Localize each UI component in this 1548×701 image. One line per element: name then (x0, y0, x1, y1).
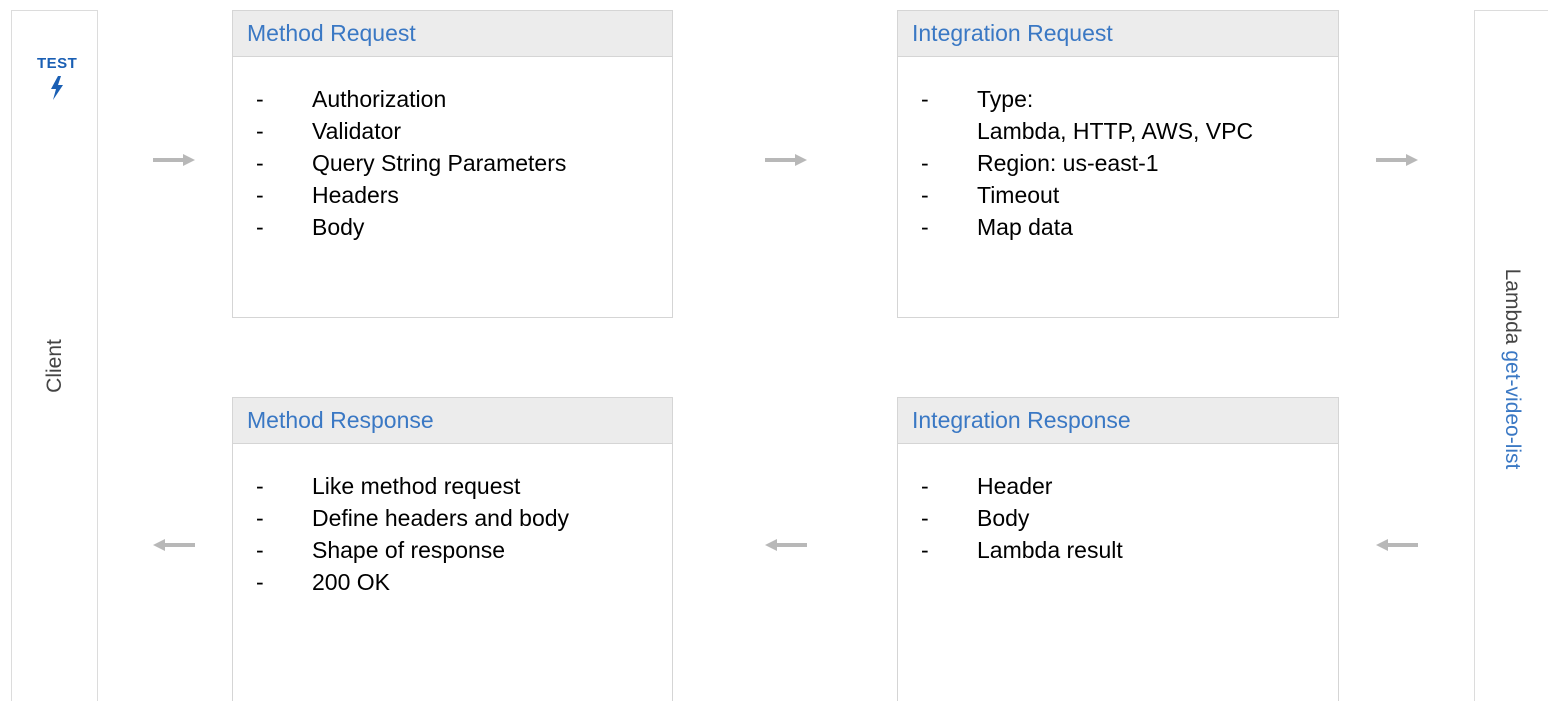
item-text: Body (312, 214, 365, 240)
arrow-right-icon (1376, 154, 1418, 166)
item-text: Like method request (312, 473, 521, 499)
test-button[interactable]: TEST (37, 55, 77, 100)
item-text: Shape of response (312, 537, 506, 563)
list-item: - Like method request (233, 470, 672, 502)
item-text: Validator (312, 118, 402, 144)
item-text: Map data (977, 214, 1073, 240)
item-text: Header (977, 473, 1053, 499)
bullet: - (256, 473, 264, 499)
lambda-panel: Lambda get-video-list (1474, 10, 1548, 701)
method-request-title[interactable]: Method Request (233, 11, 672, 57)
list-item: - Body (898, 502, 1338, 534)
lambda-prefix: Lambda (1501, 268, 1524, 345)
list-item: - Timeout (898, 179, 1338, 211)
list-item: - Shape of response (233, 534, 672, 566)
integration-request-box[interactable]: Integration Request - Type: Lambda, HTTP,… (897, 10, 1339, 318)
bullet: - (921, 182, 929, 208)
item-text: Timeout (977, 182, 1060, 208)
arrow-right-icon (153, 154, 195, 166)
list-item: - Header (898, 470, 1338, 502)
item-text: Authorization (312, 86, 447, 112)
test-label: TEST (37, 55, 78, 72)
item-text: Headers (312, 182, 399, 208)
list-item: - Query String Parameters (233, 147, 672, 179)
item-text: Region: us-east-1 (977, 150, 1159, 176)
bullet: - (256, 537, 264, 563)
list-item: - Headers (233, 179, 672, 211)
list-item: - Authorization (233, 83, 672, 115)
list-item: - 200 OK (233, 566, 672, 598)
item-text: Define headers and body (312, 505, 570, 531)
bullet: - (921, 150, 929, 176)
lambda-label: Lambda get-video-list (1500, 269, 1524, 470)
lightning-bolt-icon (51, 76, 63, 100)
list-item: - Define headers and body (233, 502, 672, 534)
method-response-box[interactable]: Method Response - Like method request - De… (232, 397, 673, 701)
integration-response-title[interactable]: Integration Response (898, 398, 1338, 444)
bullet: - (256, 214, 264, 240)
list-item: - Region: us-east-1 (898, 147, 1338, 179)
client-label: Client (43, 339, 66, 393)
bullet: - (921, 86, 929, 112)
method-request-list: - Authorization - Validator - Query String … (233, 57, 672, 243)
arrow-left-icon (765, 539, 807, 551)
integration-request-list: - Type: Lambda, HTTP, AWS, VPC - Region: u… (898, 57, 1338, 243)
integration-response-box[interactable]: Integration Response - Header - Body - Lamb… (897, 397, 1339, 701)
method-response-list: - Like method request - Define headers and… (233, 444, 672, 598)
bullet: - (921, 537, 929, 563)
bullet: - (921, 473, 929, 499)
bullet: - (921, 505, 929, 531)
item-text: Body (977, 505, 1030, 531)
list-item-continuation: Lambda, HTTP, AWS, VPC (898, 115, 1338, 147)
arrow-left-icon (1376, 539, 1418, 551)
item-text: Lambda result (977, 537, 1123, 563)
item-text: Query String Parameters (312, 150, 567, 176)
bullet: - (256, 86, 264, 112)
item-text: 200 OK (312, 569, 390, 595)
list-item: - Validator (233, 115, 672, 147)
arrow-right-icon (765, 154, 807, 166)
bullet: - (256, 182, 264, 208)
bullet: - (256, 569, 264, 595)
bullet: - (921, 214, 929, 240)
item-text: Type: (977, 86, 1034, 112)
bullet: - (256, 118, 264, 144)
integration-response-list: - Header - Body - Lambda result (898, 444, 1338, 566)
list-item: - Map data (898, 211, 1338, 243)
lambda-function-link[interactable]: get-video-list (1501, 350, 1524, 469)
list-item: - Lambda result (898, 534, 1338, 566)
arrow-left-icon (153, 539, 195, 551)
list-item: - Type: (898, 83, 1338, 115)
bullet: - (256, 505, 264, 531)
type-values-text: Lambda, HTTP, AWS, VPC (977, 118, 1254, 144)
list-item: - Body (233, 211, 672, 243)
bullet: - (256, 150, 264, 176)
method-request-box[interactable]: Method Request - Authorization - Validator… (232, 10, 673, 318)
method-response-title[interactable]: Method Response (233, 398, 672, 444)
integration-request-title[interactable]: Integration Request (898, 11, 1338, 57)
client-panel: TEST Client (11, 10, 98, 701)
